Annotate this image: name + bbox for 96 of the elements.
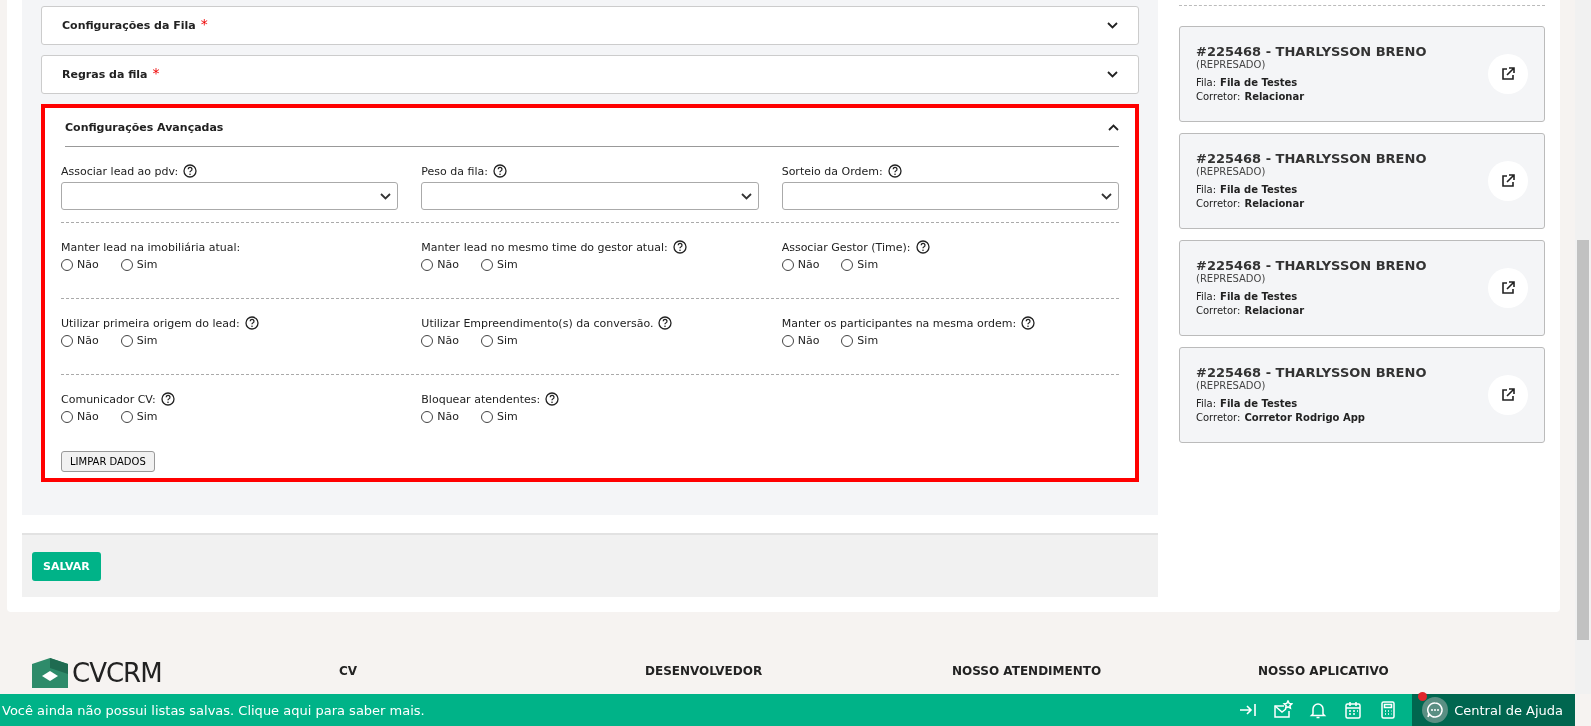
help-icon[interactable] — [244, 316, 259, 330]
help-icon[interactable] — [183, 164, 198, 178]
external-link-icon — [1500, 387, 1516, 403]
accordion-header[interactable]: Configurações da Fila * — [41, 6, 1139, 45]
bell-icon[interactable] — [1308, 700, 1329, 720]
radio-option[interactable]: Sim — [120, 410, 158, 423]
footer-heading: NOSSO ATENDIMENTO — [952, 663, 1103, 678]
accordion-title: Configurações da Fila — [62, 19, 196, 32]
field-label: Peso da fila: — [421, 164, 488, 178]
field-label: Utilizar Empreendimento(s) da conversão. — [421, 316, 654, 330]
radio-option[interactable]: Não — [61, 258, 99, 271]
lead-status: (REPRESADO) — [1196, 58, 1267, 70]
select-field[interactable] — [781, 182, 1119, 210]
help-icon[interactable] — [1021, 316, 1036, 330]
help-icon[interactable] — [160, 392, 175, 406]
detail-label: Fila: — [1196, 76, 1217, 88]
select-field[interactable] — [421, 182, 759, 210]
calendar-icon[interactable] — [1343, 700, 1364, 720]
help-icon[interactable] — [915, 240, 930, 254]
lead-status: (REPRESADO) — [1196, 379, 1267, 391]
field-label: Manter os participantes na mesma ordem: — [781, 316, 1017, 330]
open-link-button[interactable] — [1488, 161, 1528, 201]
open-link-button[interactable] — [1488, 375, 1528, 415]
footer-heading: DESENVOLVEDOR — [645, 663, 764, 678]
radio-option[interactable]: Não — [781, 258, 820, 271]
detail-value: Relacionar — [1244, 304, 1305, 316]
help-icon[interactable] — [672, 240, 687, 254]
mail-star-icon[interactable] — [1273, 700, 1294, 720]
radio-option[interactable]: Sim — [120, 334, 158, 347]
accordion-title: Regras da fila — [62, 68, 148, 81]
radio-option[interactable]: Sim — [841, 258, 879, 271]
radio-option[interactable]: Sim — [481, 410, 518, 423]
detail-value: Corretor Rodrigo App — [1244, 411, 1365, 423]
open-link-button[interactable] — [1488, 268, 1528, 308]
field-label: Utilizar primeira origem do lead: — [61, 316, 240, 330]
field-label: Comunicador CV: — [61, 392, 156, 406]
field-label: Manter lead no mesmo time do gestor atual: — [421, 240, 668, 254]
radio-option[interactable]: Sim — [481, 334, 518, 347]
help-icon[interactable] — [545, 392, 560, 406]
accordion-header[interactable]: Regras da fila * — [41, 55, 1139, 94]
required-mark: * — [152, 65, 160, 81]
open-link-button[interactable] — [1488, 54, 1528, 94]
detail-value: Fila de Testes — [1220, 76, 1298, 88]
help-icon[interactable] — [658, 316, 673, 330]
lead-title: #225468 - THARLYSSON BRENO — [1196, 364, 1427, 380]
lead-status: (REPRESADO) — [1196, 272, 1267, 284]
help-center-button[interactable]: Central de Ajuda — [1412, 694, 1575, 726]
select-field[interactable] — [61, 182, 399, 210]
detail-value: Fila de Testes — [1220, 290, 1298, 302]
radio-option[interactable]: Sim — [841, 334, 879, 347]
field-label: Manter lead na imobiliária atual: — [61, 240, 241, 254]
radio-option[interactable]: Não — [61, 334, 99, 347]
radio-option[interactable]: Não — [421, 410, 460, 423]
detail-label: Fila: — [1196, 183, 1217, 195]
field-label: Associar lead ao pdv: — [61, 164, 179, 178]
detail-label: Fila: — [1196, 397, 1217, 409]
radio-option[interactable]: Não — [61, 410, 99, 423]
detail-label: Fila: — [1196, 290, 1217, 302]
field-label: Associar Gestor (Time): — [781, 240, 911, 254]
logo[interactable]: CVCRM — [32, 658, 339, 688]
field-label: Bloquear atendentes: — [421, 392, 541, 406]
radio-option[interactable]: Sim — [481, 258, 518, 271]
detail-label: Corretor: — [1196, 304, 1241, 316]
help-icon[interactable] — [887, 164, 902, 178]
caret-icon — [740, 192, 752, 200]
caret-icon — [380, 192, 392, 200]
detail-value: Relacionar — [1244, 197, 1305, 209]
external-link-icon — [1500, 173, 1516, 189]
external-link-icon — [1500, 66, 1516, 82]
detail-label: Corretor: — [1196, 90, 1241, 102]
help-icon[interactable] — [492, 164, 507, 178]
logo-icon — [32, 658, 68, 688]
footer-heading: CV — [339, 663, 359, 678]
required-mark: * — [200, 16, 208, 32]
external-link-icon — [1500, 280, 1516, 296]
scrollbar[interactable] — [1575, 0, 1591, 694]
clear-button[interactable]: LIMPAR DADOS — [61, 451, 155, 472]
chevron-icon[interactable] — [1108, 123, 1119, 131]
lead-title: #225468 - THARLYSSON BRENO — [1196, 43, 1427, 59]
lead-status: (REPRESADO) — [1196, 165, 1267, 177]
detail-value: Fila de Testes — [1220, 183, 1298, 195]
footer-heading: NOSSO APLICATIVO — [1258, 663, 1390, 678]
detail-label: Corretor: — [1196, 197, 1241, 209]
chat-icon — [1422, 697, 1449, 723]
accordion-title[interactable]: Configurações Avançadas — [65, 120, 224, 134]
lead-title: #225468 - THARLYSSON BRENO — [1196, 257, 1427, 273]
caret-icon — [1101, 192, 1112, 200]
radio-option[interactable]: Sim — [120, 258, 158, 271]
lead-title: #225468 - THARLYSSON BRENO — [1196, 150, 1427, 166]
radio-option[interactable]: Não — [421, 258, 460, 271]
field-label: Sorteio da Ordem: — [781, 164, 883, 178]
detail-label: Corretor: — [1196, 411, 1241, 423]
detail-value: Relacionar — [1244, 90, 1305, 102]
radio-option[interactable]: Não — [781, 334, 820, 347]
detail-value: Fila de Testes — [1220, 397, 1298, 409]
radio-option[interactable]: Não — [421, 334, 460, 347]
